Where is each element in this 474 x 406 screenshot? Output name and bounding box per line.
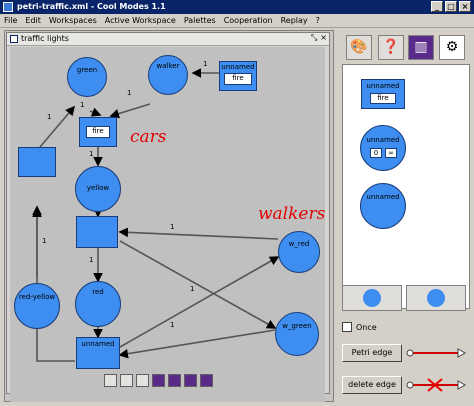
arc-label: 1	[47, 113, 52, 121]
palette-tabs: 🎨 ❓ ▥ ⚙	[338, 35, 470, 61]
place-yellow[interactable]: yellow	[75, 166, 121, 212]
palette-tab-petri-icon[interactable]: ⚙	[439, 35, 465, 60]
petri-net-canvas[interactable]: 1 1 1 1 1 1 1 1 1 1 1 1 green walker unn…	[10, 47, 325, 402]
palette-place-tokens[interactable]: unnamed 0 ∞	[360, 125, 406, 171]
arc-walker-fire	[109, 103, 151, 119]
once-label: Once	[356, 322, 377, 332]
menu-active-workspace[interactable]: Active Workspace	[101, 16, 180, 25]
transition-unnamed-bottom[interactable]: unnamed	[76, 337, 120, 369]
arc-label: 1	[190, 285, 195, 293]
palette-place[interactable]: unnamed	[360, 183, 406, 229]
tool-pen2-icon[interactable]	[168, 374, 181, 387]
arc-label: 1	[89, 256, 94, 264]
place-token-capacity: ∞	[385, 148, 397, 158]
tool-hand-icon[interactable]	[136, 374, 149, 387]
arc-label: 1	[203, 60, 208, 68]
place-tokens-button[interactable]	[342, 285, 402, 311]
internal-frame: traffic lights ⤡ × 1 1 1 1 1 1 1 1 1 1 g…	[6, 32, 330, 402]
close-button[interactable]: ×	[459, 1, 471, 12]
place-red[interactable]: red	[75, 281, 121, 327]
canvas-toolbar	[104, 374, 213, 390]
palette-transition[interactable]: unnamed fire	[361, 79, 405, 109]
menu-edit[interactable]: Edit	[21, 16, 45, 25]
infinity-place-icon	[427, 289, 445, 307]
delete-edge-button[interactable]: delete edge	[342, 376, 402, 394]
frame-icon	[10, 35, 18, 43]
annotation-cars[interactable]: cars	[130, 127, 167, 147]
transition-yellow-to-red[interactable]	[76, 216, 118, 248]
transition-value-box: fire	[224, 73, 252, 85]
window-title: petri-traffic.xml - Cool Modes 1.1	[17, 2, 166, 11]
palette-panel: unnamed fire unnamed 0 ∞ unnamed	[342, 64, 470, 309]
place-w-red[interactable]: w_red	[278, 231, 320, 273]
menu-replay[interactable]: Replay	[277, 16, 312, 25]
tool-list2-icon[interactable]	[120, 374, 133, 387]
arc-label: 1	[42, 237, 47, 245]
menubar: File Edit Workspaces Active Workspace Pa…	[0, 14, 474, 28]
menu-workspaces[interactable]: Workspaces	[45, 16, 101, 25]
arc-label: 1	[80, 101, 85, 109]
tool-list-icon[interactable]	[104, 374, 117, 387]
frame-resize-icon[interactable]: ⤡	[311, 33, 317, 43]
palette-transition-value: fire	[370, 93, 396, 104]
transition-unnamed-top[interactable]: unnamed fire	[219, 61, 257, 91]
petri-edge-button[interactable]: Petri edge	[342, 344, 402, 362]
arc-label: 1	[170, 321, 175, 329]
arc-unnamed-wgreen	[119, 240, 277, 329]
minimize-button[interactable]: _	[431, 1, 443, 12]
transition-fire[interactable]: fire	[79, 117, 117, 147]
tool-pen3-icon[interactable]	[184, 374, 197, 387]
window-titlebar: petri-traffic.xml - Cool Modes 1.1 _ □ ×	[0, 0, 474, 14]
delete-edge-icon	[406, 378, 466, 392]
arc-transition-green	[39, 105, 76, 148]
palette-tab-quiz-icon[interactable]: ❓	[378, 35, 404, 60]
token-place-icon	[363, 289, 381, 307]
menu-palettes[interactable]: Palettes	[180, 16, 220, 25]
palette-tab-paint-icon[interactable]: 🎨	[346, 35, 372, 60]
right-panel: 🎨 ❓ ▥ ⚙ unnamed fire unnamed 0 ∞ unnamed…	[338, 30, 470, 402]
once-checkbox[interactable]	[342, 322, 352, 332]
place-token-count: 0	[370, 148, 382, 158]
place-green[interactable]: green	[67, 57, 107, 97]
petri-edge-icon	[406, 348, 466, 358]
place-walker[interactable]: walker	[148, 55, 188, 95]
app-icon	[3, 2, 13, 12]
frame-titlebar: traffic lights ⤡ ×	[7, 33, 329, 46]
arc-label: 1	[170, 223, 175, 231]
arc-wred-unnamed	[118, 227, 279, 240]
menu-help[interactable]: ?	[312, 16, 324, 25]
tool-pen4-icon[interactable]	[200, 374, 213, 387]
once-option[interactable]: Once	[342, 322, 377, 332]
place-red-yellow[interactable]: red-yellow	[14, 283, 60, 329]
arc-label: 1	[127, 89, 132, 97]
place-w-green[interactable]: w_green	[275, 312, 319, 356]
tool-pen-icon[interactable]	[152, 374, 165, 387]
frame-title: traffic lights	[21, 34, 69, 43]
arc-label: 1	[89, 150, 94, 158]
arcs-layer	[32, 68, 280, 362]
menu-file[interactable]: File	[0, 16, 21, 25]
palette-tab-graph-icon[interactable]: ▥	[408, 35, 434, 60]
transition-fire-box: fire	[86, 126, 110, 138]
menu-cooperation[interactable]: Cooperation	[220, 16, 277, 25]
frame-close-icon[interactable]: ×	[320, 33, 327, 43]
maximize-button[interactable]: □	[445, 1, 457, 12]
annotation-walkers[interactable]: walkers	[258, 204, 325, 224]
place-infinity-button[interactable]	[406, 285, 466, 311]
arc-green-fire	[89, 107, 102, 117]
transition-redyellow-to-green[interactable]	[18, 147, 56, 177]
